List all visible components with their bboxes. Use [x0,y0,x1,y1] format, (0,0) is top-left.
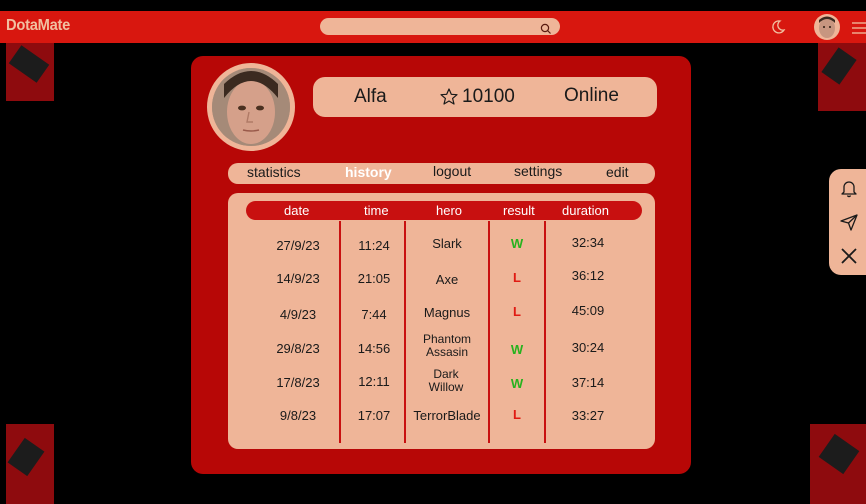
cell-result: W [510,376,524,391]
online-status: Online [564,85,619,106]
profile-tabs: statistics history logout settings edit [228,163,655,184]
username: Alfa [354,86,387,107]
cell-date: 29/8/23 [276,341,320,356]
cell-hero: Magnus [423,305,471,320]
col-time: time [364,203,389,218]
search-bar[interactable] [320,18,560,39]
star-icon [440,88,458,105]
cell-result: W [510,342,524,357]
top-bar: DotaMate [0,11,866,43]
cell-date: 9/8/23 [279,408,317,423]
cell-result: W [510,236,524,251]
tab-logout[interactable]: logout [433,163,471,179]
col-duration: duration [562,203,609,218]
cell-duration: 37:14 [571,375,605,390]
cell-duration: 30:24 [571,340,605,355]
search-input[interactable] [320,21,540,39]
cell-time: 21:05 [357,271,391,286]
decor-bottom-left [6,424,54,504]
tab-history[interactable]: history [345,164,392,180]
menu-icon[interactable] [851,20,866,39]
app-logo[interactable]: DotaMate [6,17,70,35]
table-header: date time hero result duration [246,201,642,220]
cell-hero: Slark [432,236,462,251]
rating-value: 10100 [462,86,515,107]
cell-time: 7:44 [361,307,387,322]
col-result: result [503,203,535,218]
tab-settings[interactable]: settings [514,163,562,179]
decor-top-left [6,43,54,101]
tab-statistics[interactable]: statistics [247,164,301,180]
cell-date: 27/9/23 [276,238,320,253]
cell-hero: Axe [435,272,459,287]
history-table: date time hero result duration 27/9/23 1… [228,193,655,449]
decor-bottom-right [810,424,866,504]
moon-icon[interactable] [770,19,786,39]
tab-edit[interactable]: edit [606,164,629,180]
quick-actions-bar [829,169,866,275]
profile-info: Alfa 10100 Online [313,77,657,117]
cell-time: 17:07 [357,408,391,423]
cell-result: L [513,304,521,319]
cell-result: L [513,407,521,422]
decor-top-right [818,43,866,111]
cell-hero: Dark Willow [428,367,464,394]
bell-icon[interactable] [839,178,859,202]
col-date: date [284,203,310,218]
search-icon[interactable] [540,20,552,39]
send-icon[interactable] [839,212,859,236]
close-icon[interactable] [839,246,859,270]
cell-duration: 45:09 [571,303,605,318]
cell-duration: 36:12 [571,268,605,283]
col-hero: hero [436,203,463,218]
column-divider [339,221,341,443]
cell-time: 14:56 [357,341,391,356]
cell-time: 11:24 [358,238,390,253]
cell-hero: Phantom Assasin [422,332,472,359]
cell-date: 17/8/23 [276,375,320,390]
cell-result: L [513,270,521,285]
cell-date: 4/9/23 [279,307,317,322]
user-avatar[interactable] [814,14,840,40]
rating: 10100 [439,86,515,108]
column-divider [544,221,546,443]
cell-date: 14/9/23 [276,271,320,286]
cell-time: 12:11 [358,374,390,389]
cell-duration: 33:27 [571,408,605,423]
profile-photo [207,63,295,151]
profile-card: Alfa 10100 Online statistics history log… [191,56,691,474]
cell-duration: 32:34 [571,235,605,250]
cell-hero: TerrorBlade [413,408,481,423]
